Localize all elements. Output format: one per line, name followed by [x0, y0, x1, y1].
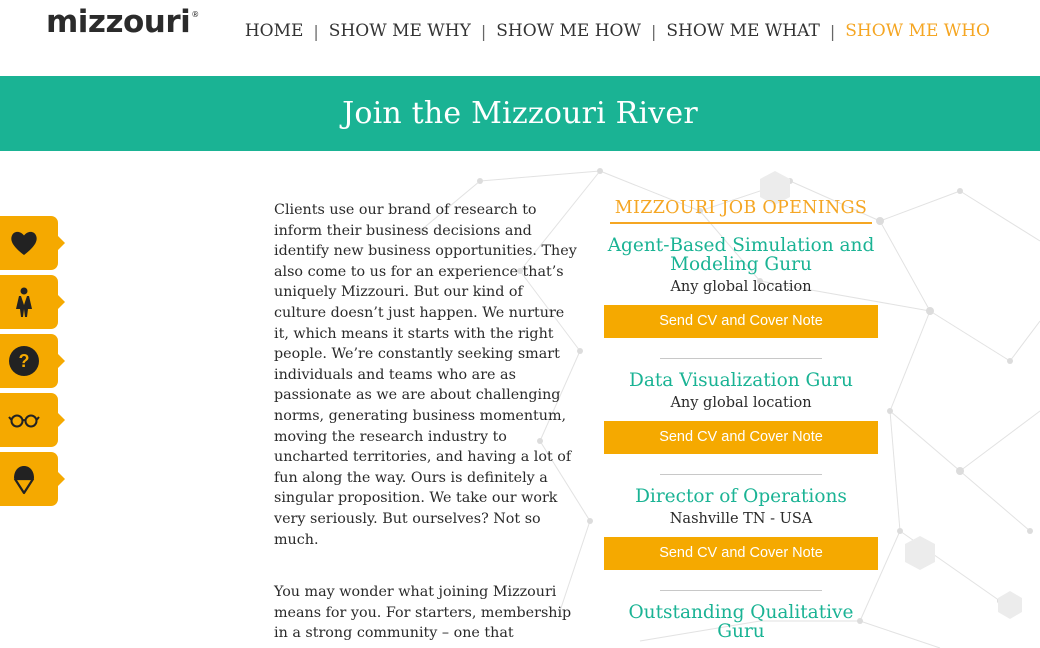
job-item: Data Visualization Guru Any global locat…: [604, 371, 878, 475]
person-icon: [16, 287, 32, 317]
nav-home[interactable]: HOME: [245, 21, 304, 41]
intro-paragraph: Clients use our brand of research to inf…: [274, 202, 577, 548]
job-location: Any global location: [670, 279, 812, 295]
job-title[interactable]: Agent-Based Simulation and Modeling Guru: [604, 236, 878, 274]
nav-show-me-how[interactable]: SHOW ME HOW: [496, 21, 641, 41]
side-tab-question[interactable]: ?: [0, 334, 65, 388]
job-openings: MIZZOURI JOB OPENINGS Agent-Based Simula…: [604, 198, 878, 641]
nav-separator: |: [480, 21, 487, 41]
job-item: Director of Operations Nashville TN - US…: [604, 487, 878, 591]
question-icon: ?: [9, 346, 39, 376]
job-location: Nashville TN - USA: [669, 511, 813, 527]
icecream-icon: [13, 466, 35, 495]
nav-show-me-why[interactable]: SHOW ME WHY: [329, 21, 471, 41]
nav-show-me-who[interactable]: SHOW ME WHO: [845, 21, 990, 41]
logo[interactable]: mizzouri®: [46, 4, 199, 40]
side-tab-person[interactable]: [0, 275, 65, 329]
job-title[interactable]: Outstanding Qualitative Guru: [604, 603, 878, 641]
nav-separator: |: [650, 21, 657, 41]
send-cv-button[interactable]: Send CV and Cover Note: [604, 421, 878, 454]
job-title[interactable]: Data Visualization Guru: [604, 371, 878, 390]
divider: [660, 474, 822, 475]
page-banner: Join the Mizzouri River: [0, 76, 1040, 151]
job-title[interactable]: Director of Operations: [604, 487, 878, 506]
side-tab-icecream[interactable]: [0, 452, 65, 506]
job-item: Agent-Based Simulation and Modeling Guru…: [604, 236, 878, 359]
side-tab-heart[interactable]: [0, 216, 65, 270]
job-item: Outstanding Qualitative Guru: [604, 603, 878, 641]
job-location: Any global location: [670, 395, 812, 411]
main-nav: HOME | SHOW ME WHY | SHOW ME HOW | SHOW …: [245, 21, 990, 41]
divider: [660, 590, 822, 591]
page-title: Join the Mizzouri River: [342, 96, 698, 131]
send-cv-button[interactable]: Send CV and Cover Note: [604, 537, 878, 570]
divider: [660, 358, 822, 359]
intro-paragraph: You may wonder what joining Mizzouri mea…: [274, 584, 572, 642]
nav-separator: |: [829, 21, 836, 41]
job-openings-heading: MIZZOURI JOB OPENINGS: [610, 198, 872, 224]
svg-text:?: ?: [19, 351, 30, 371]
glasses-icon: [8, 414, 40, 428]
site-header: mizzouri® HOME | SHOW ME WHY | SHOW ME H…: [0, 0, 1040, 76]
send-cv-button[interactable]: Send CV and Cover Note: [604, 305, 878, 338]
nav-show-me-what[interactable]: SHOW ME WHAT: [666, 21, 820, 41]
intro-text: Clients use our brand of research to inf…: [274, 200, 578, 648]
side-tab-glasses[interactable]: [0, 393, 65, 447]
heart-icon: [11, 231, 37, 255]
nav-separator: |: [313, 21, 319, 41]
registered-mark: ®: [191, 9, 199, 19]
